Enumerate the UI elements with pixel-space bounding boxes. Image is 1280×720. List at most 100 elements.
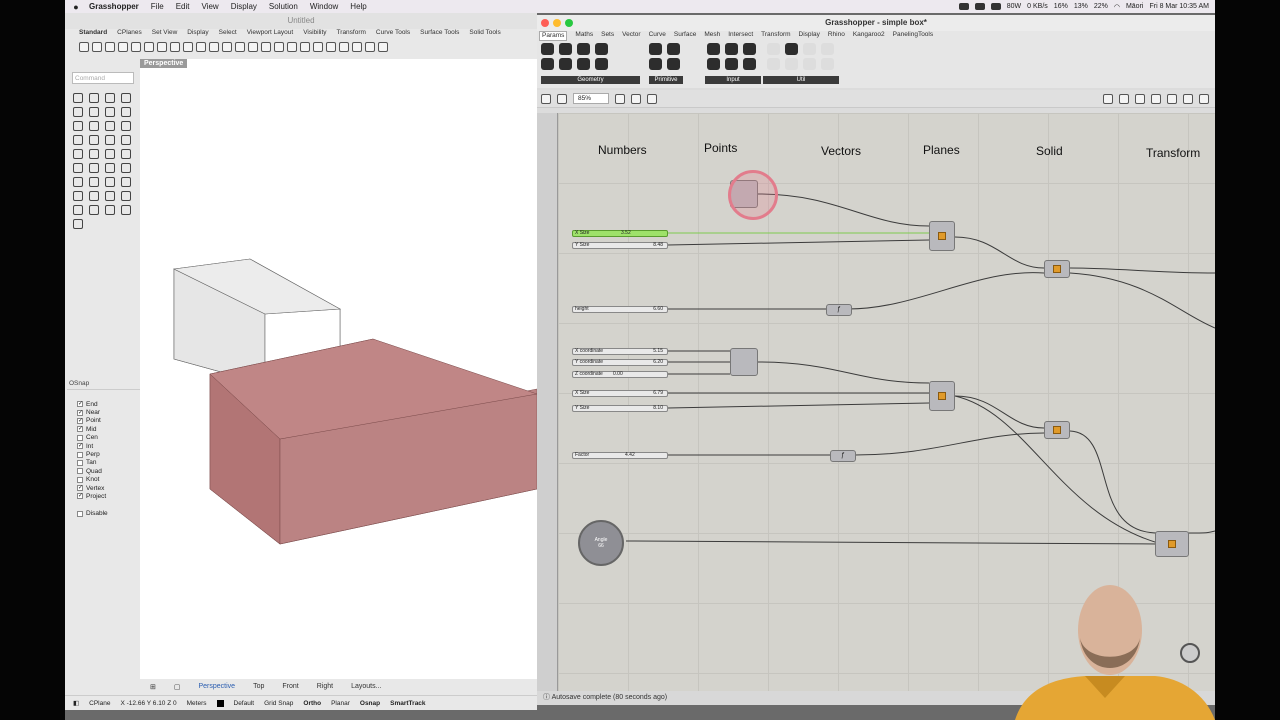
apple-icon[interactable]: ● [69, 2, 83, 12]
construct-point-component-2[interactable] [730, 348, 758, 376]
osnap-item-knot[interactable]: Knot [67, 476, 140, 484]
pan-icon[interactable] [183, 42, 193, 52]
box-icon[interactable] [73, 135, 83, 145]
tab-visibility[interactable]: Visibility [303, 29, 326, 39]
preview-mode-icon[interactable] [1119, 93, 1129, 104]
slider-x-coordinate[interactable]: X coordinate 5.15 [572, 348, 668, 355]
explode-icon[interactable] [89, 149, 99, 159]
cut-icon[interactable] [144, 42, 154, 52]
checkbox[interactable]: ✓ [77, 401, 83, 408]
menu-file[interactable]: File [145, 2, 170, 11]
jump-icon[interactable] [821, 43, 834, 55]
perspective-viewport[interactable]: Perspective [140, 59, 537, 679]
osnap-item-tan[interactable]: Tan [67, 459, 140, 467]
gh-tab-params[interactable]: Params [539, 31, 568, 41]
tray-icon[interactable] [990, 3, 1001, 10]
curve-icon[interactable] [73, 121, 83, 131]
cplane-label[interactable]: CPlane [89, 700, 110, 707]
bake-icon[interactable] [1199, 93, 1209, 104]
osnap-item-end[interactable]: ✓ End [67, 400, 140, 408]
zoom-window-icon[interactable] [222, 42, 232, 52]
preview-eye-icon[interactable] [631, 93, 641, 104]
select-icon[interactable] [287, 42, 297, 52]
gh-tab-maths[interactable]: Maths [575, 31, 593, 41]
slider-factor[interactable]: Factor 4.42 [572, 452, 668, 459]
osnap-item-near[interactable]: ✓ Near [67, 408, 140, 416]
analyze-icon[interactable] [105, 191, 115, 201]
osnap-item-cen[interactable]: Cen [67, 434, 140, 442]
xy-plane-component[interactable] [929, 221, 955, 251]
cpu-readout[interactable]: 16% [1054, 3, 1068, 10]
paint-icon[interactable] [73, 219, 83, 229]
menu-help[interactable]: Help [344, 2, 372, 11]
vp-tab-perspective[interactable]: Perspective [199, 683, 236, 695]
gh-tab-display[interactable]: Display [799, 31, 820, 41]
open-icon[interactable] [541, 93, 551, 104]
gh-tab-transform[interactable]: Transform [761, 31, 790, 41]
tab-transform[interactable]: Transform [337, 29, 366, 39]
extrude-icon[interactable] [105, 135, 115, 145]
move-icon[interactable] [121, 205, 131, 215]
layer-icon[interactable] [300, 42, 310, 52]
display-mode-icon[interactable] [1183, 93, 1193, 104]
gh-tab-panelingtools[interactable]: PanelingTools [893, 31, 933, 41]
fillet-icon[interactable] [89, 121, 99, 131]
zoom-extents-icon[interactable] [235, 42, 245, 52]
rotate-component[interactable] [1155, 531, 1189, 557]
button-icon[interactable] [725, 58, 738, 70]
undo-view-icon[interactable] [261, 42, 271, 52]
polygon-icon[interactable] [105, 107, 115, 117]
polyline-icon[interactable] [105, 93, 115, 103]
trim-icon[interactable] [105, 149, 115, 159]
loft-icon[interactable] [121, 121, 131, 131]
clock[interactable]: Fri 8 Mar 10:35 AM [1149, 3, 1209, 10]
vp-tab-layouts[interactable]: Layouts... [351, 683, 381, 695]
amplitude-component[interactable]: ƒ [830, 450, 856, 462]
zoom-icon[interactable] [209, 42, 219, 52]
close-window-button[interactable] [541, 19, 549, 27]
input-source[interactable]: Māori [1126, 3, 1144, 10]
osnap-item-point[interactable]: ✓ Point [67, 417, 140, 425]
preview-mode-icon[interactable] [1103, 93, 1113, 104]
primitive-param-icon[interactable] [649, 43, 662, 55]
scale-icon[interactable] [121, 163, 131, 173]
zoom-window-button[interactable] [565, 19, 573, 27]
rectangle-icon[interactable] [121, 93, 131, 103]
cherry-icon[interactable] [767, 58, 780, 70]
checkbox[interactable]: ✓ [77, 493, 83, 500]
rotate-icon[interactable] [105, 163, 115, 173]
smarttrack-toggle[interactable]: SmartTrack [390, 700, 425, 707]
array-icon[interactable] [121, 177, 131, 187]
gh-tab-curve[interactable]: Curve [649, 31, 666, 41]
grid-snap-toggle[interactable]: Grid Snap [264, 700, 293, 707]
osnap-item-quad[interactable]: Quad [67, 467, 140, 475]
sphere-icon[interactable] [89, 135, 99, 145]
zoom-select[interactable]: 85% [573, 93, 609, 104]
tab-display[interactable]: Display [187, 29, 208, 39]
osnap-item-mid[interactable]: ✓ Mid [67, 425, 140, 433]
osnap-item-int[interactable]: ✓ Int [67, 442, 140, 450]
ellipse-icon[interactable] [89, 107, 99, 117]
split-icon[interactable] [121, 149, 131, 159]
slider-x-size-2[interactable]: X Size 6.79 [572, 390, 668, 397]
menu-view[interactable]: View [195, 2, 224, 11]
save-icon[interactable] [557, 93, 567, 104]
vp-tab-right[interactable]: Right [317, 683, 333, 695]
gh-tab-surface[interactable]: Surface [674, 31, 696, 41]
osnap-item-disable[interactable]: Disable [67, 510, 140, 518]
slider-z-coordinate[interactable]: Z coordinate 0.00 [572, 371, 668, 378]
display-mode-icon[interactable] [1167, 93, 1177, 104]
mesh-icon[interactable] [73, 149, 83, 159]
select-arrow-icon[interactable] [73, 93, 83, 103]
gh-tab-mesh[interactable]: Mesh [704, 31, 720, 41]
tab-standard[interactable]: Standard [79, 29, 107, 39]
osnap-item-vertex[interactable]: ✓ Vertex [67, 484, 140, 492]
layer-label[interactable]: Default [234, 700, 255, 707]
primitive-param-icon[interactable] [667, 43, 680, 55]
paste-icon[interactable] [157, 42, 167, 52]
dimension-icon[interactable] [89, 177, 99, 187]
slider-height[interactable]: height 6.60 [572, 306, 668, 313]
zoom-extents-icon[interactable] [615, 93, 625, 104]
tab-viewport-layout[interactable]: Viewport Layout [247, 29, 294, 39]
checkbox[interactable] [77, 468, 83, 475]
